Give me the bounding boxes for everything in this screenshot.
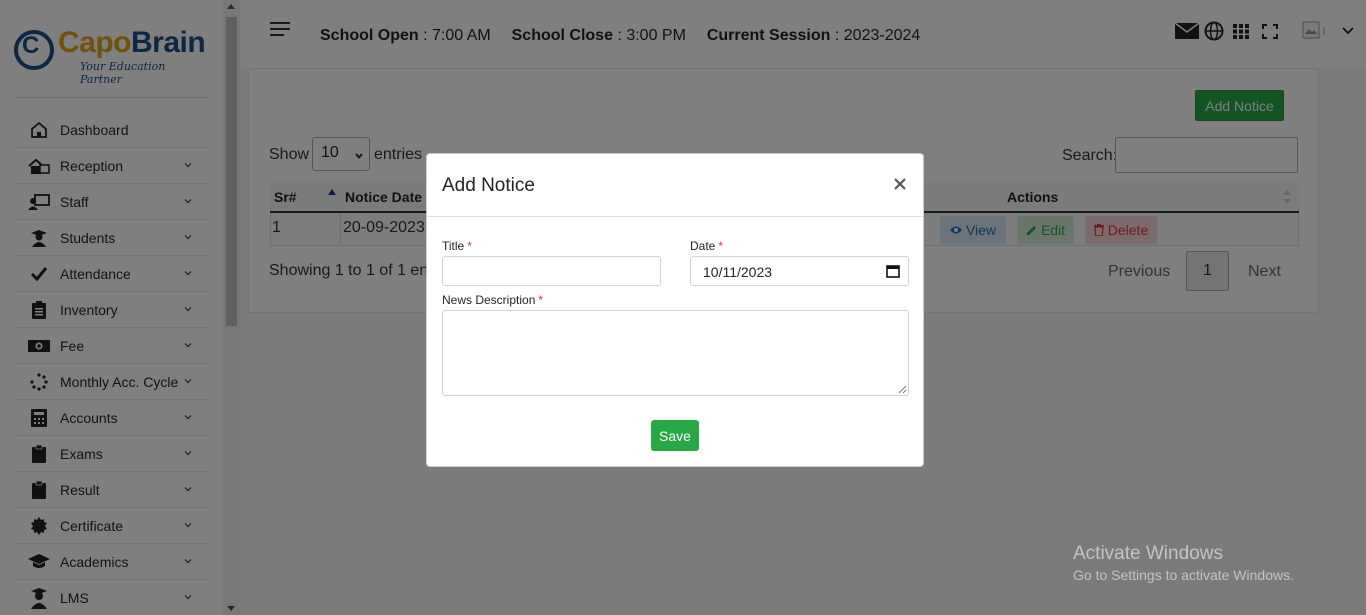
title-field-label: Title * [442, 239, 472, 253]
description-field-label: News Description * [442, 293, 544, 307]
date-field-label: Date * [690, 239, 724, 253]
modal-title: Add Notice [442, 175, 535, 196]
save-button[interactable]: Save [651, 420, 699, 451]
modal-header: Add Notice [427, 154, 923, 217]
close-icon[interactable] [890, 174, 910, 194]
resize-handle-icon[interactable] [898, 385, 907, 394]
description-textarea[interactable] [442, 310, 909, 396]
calendar-icon[interactable] [886, 264, 900, 278]
windows-activation-text: Go to Settings to activate Windows. [1073, 567, 1294, 583]
windows-activation-title: Activate Windows [1073, 543, 1223, 564]
date-input[interactable]: 10/11/2023 [690, 256, 909, 286]
title-input[interactable] [442, 256, 661, 286]
add-notice-modal: Add Notice Title * Date * 10/11/2023 News … [426, 153, 924, 467]
